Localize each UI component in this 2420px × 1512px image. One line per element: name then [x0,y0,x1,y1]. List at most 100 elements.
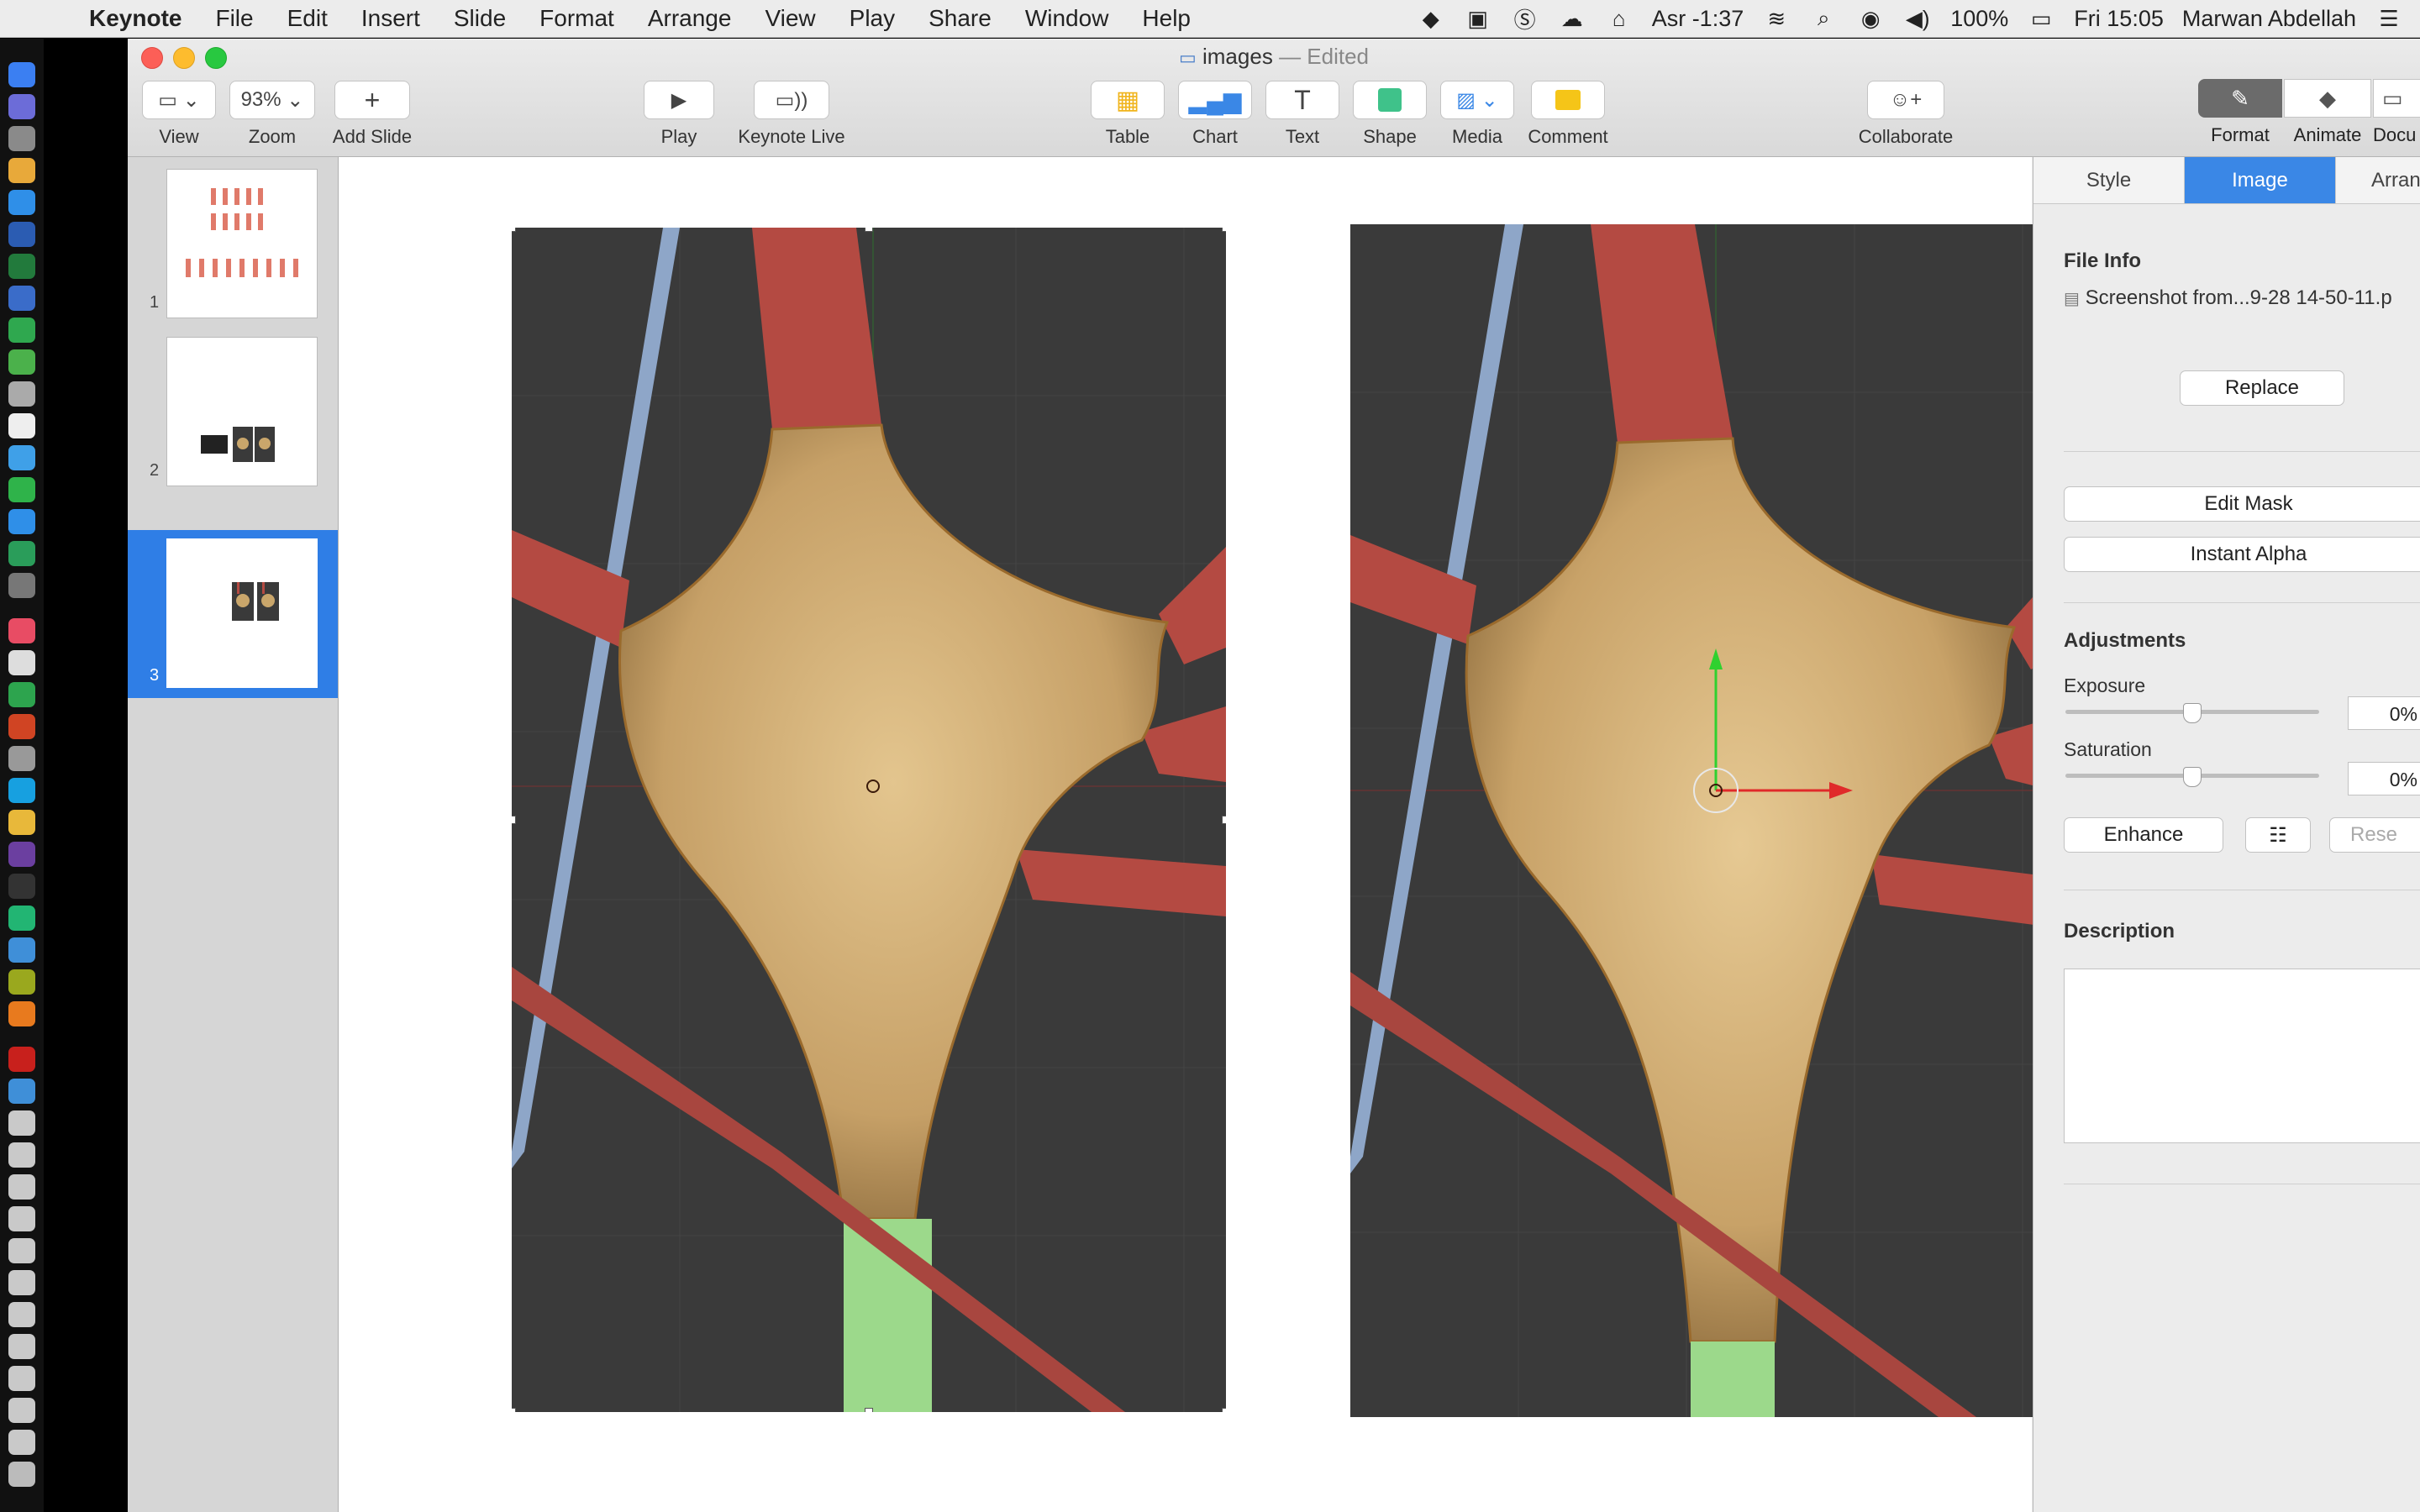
menu-insert[interactable]: Insert [345,5,437,32]
comment-button[interactable]: Comment [1526,81,1610,148]
resize-handle-top[interactable] [865,228,873,232]
keynote-live-button[interactable]: ▭)) Keynote Live [729,81,854,148]
menu-app-name[interactable]: Keynote [67,5,198,32]
music-icon[interactable] [8,618,35,643]
resize-handle-left[interactable] [512,816,516,824]
volume-icon[interactable]: ◀) [1903,6,1932,31]
folder-icon[interactable] [8,1110,35,1136]
tab-arrange[interactable]: Arran [2336,157,2420,204]
resize-handle-bottom-left[interactable] [512,1408,516,1412]
folder-icon-5[interactable] [8,1238,35,1263]
folder-icon-3[interactable] [8,1174,35,1200]
messages-icon[interactable] [8,445,35,470]
numbers-icon[interactable] [8,318,35,343]
folder-icon-10[interactable] [8,1398,35,1423]
tab-image[interactable]: Image [2185,157,2336,204]
contacts-icon[interactable] [8,650,35,675]
table-button[interactable]: ▦ Table [1089,81,1166,148]
app-s-icon[interactable] [8,682,35,707]
reading-list-icon[interactable]: ▣ [1464,6,1492,31]
menu-window[interactable]: Window [1008,5,1126,32]
folder-icon-4[interactable] [8,1206,35,1231]
photos-icon[interactable] [8,381,35,407]
format-tab[interactable]: ✎ Format [2198,79,2282,146]
saturation-slider-knob[interactable] [2183,767,2202,787]
add-slide-button[interactable]: + Add Slide [326,81,418,148]
tex-icon[interactable] [8,842,35,867]
blender-icon[interactable] [8,1001,35,1026]
menu-play[interactable]: Play [833,5,912,32]
finder-icon[interactable] [8,62,35,87]
calendar-icon[interactable] [8,413,35,438]
rocket-icon[interactable] [8,126,35,151]
powerpoint-icon[interactable] [8,714,35,739]
skype-icon[interactable]: Ⓢ [1511,7,1539,33]
play-button[interactable]: ▶ Play [644,81,714,148]
folder-icon-8[interactable] [8,1334,35,1359]
neuron-image-right[interactable] [1350,224,2073,1417]
media-button[interactable]: ▨ ⌄ Media [1439,81,1516,148]
menu-clock[interactable]: Fri 15:05 [2074,6,2164,32]
prayer-time[interactable]: Asr -1:37 [1652,6,1744,32]
terminal-icon[interactable] [8,874,35,899]
wifi-icon[interactable]: ≋ [1762,6,1791,31]
cyberduck-icon[interactable] [8,810,35,835]
instant-alpha-button[interactable]: Instant Alpha [2064,537,2420,572]
menu-view[interactable]: View [748,5,832,32]
folder-icon-2[interactable] [8,1142,35,1168]
document-tab[interactable]: ▭ Docu [2373,79,2420,146]
facetime-icon[interactable] [8,477,35,502]
resize-handle-top-left[interactable] [512,228,516,232]
trash-icon[interactable] [8,1462,35,1487]
creative-cloud-icon[interactable]: ☁ [1558,6,1586,31]
blue-app-icon[interactable] [8,937,35,963]
tab-style[interactable]: Style [2033,157,2185,204]
chart-button[interactable]: ▂▄▆ Chart [1176,81,1254,148]
acrobat-icon[interactable] [8,1047,35,1072]
folder-icon-9[interactable] [8,1366,35,1391]
slide-thumbnail-2[interactable] [166,337,318,486]
word-icon[interactable] [8,222,35,247]
preferences-icon[interactable] [8,573,35,598]
folder-icon-7[interactable] [8,1302,35,1327]
notification-center-icon[interactable]: ☰ [2375,6,2403,31]
menu-slide[interactable]: Slide [437,5,523,32]
pycharm-icon[interactable] [8,906,35,931]
zoom-popup[interactable]: 93% ⌄ Zoom [229,81,316,148]
slide-thumbnail-1[interactable] [166,169,318,318]
mosque-icon[interactable]: ⌂ [1605,6,1634,31]
exposure-value-field[interactable]: 0% [2348,696,2420,730]
siri-icon[interactable]: ◉ [1856,6,1885,31]
collaborate-button[interactable]: ☺+ Collaborate [1854,81,1958,148]
battery-percent[interactable]: 100% [1950,6,2008,32]
folder-icon-11[interactable] [8,1430,35,1455]
image-adjust-sliders-icon[interactable]: ☷ [2245,817,2311,853]
safari-icon[interactable] [8,190,35,215]
app-folder-icon[interactable] [8,1079,35,1104]
menu-user[interactable]: Marwan Abdellah [2182,6,2356,32]
excel-icon[interactable] [8,254,35,279]
saturation-value-field[interactable]: 0% [2348,762,2420,795]
resize-handle-bottom-right[interactable] [1222,1408,1226,1412]
menu-arrange[interactable]: Arrange [631,5,749,32]
slide-canvas[interactable] [339,157,2073,1512]
dropbox-icon[interactable]: ◆ [1417,6,1445,31]
description-textarea[interactable] [2064,969,2420,1143]
edit-mask-button[interactable]: Edit Mask [2064,486,2420,522]
launchpad-icon[interactable] [8,94,35,119]
muse-icon[interactable] [8,969,35,995]
replace-button[interactable]: Replace [2180,370,2344,406]
enhance-button[interactable]: Enhance [2064,817,2223,853]
reset-button[interactable]: Rese [2329,817,2420,853]
qt-icon[interactable] [8,541,35,566]
maps-icon[interactable] [8,349,35,375]
menu-format[interactable]: Format [523,5,631,32]
slide-thumbnail-3[interactable] [166,538,318,688]
battery-icon[interactable]: ▭ [2027,6,2055,31]
menu-help[interactable]: Help [1125,5,1207,32]
chrome-icon[interactable] [8,158,35,183]
neuron-image-left[interactable] [512,228,1226,1412]
animate-tab[interactable]: ◆ Animate [2284,79,2371,146]
text-button[interactable]: T Text [1264,81,1341,148]
spotlight-search-icon[interactable]: ⌕ [1809,5,1838,30]
